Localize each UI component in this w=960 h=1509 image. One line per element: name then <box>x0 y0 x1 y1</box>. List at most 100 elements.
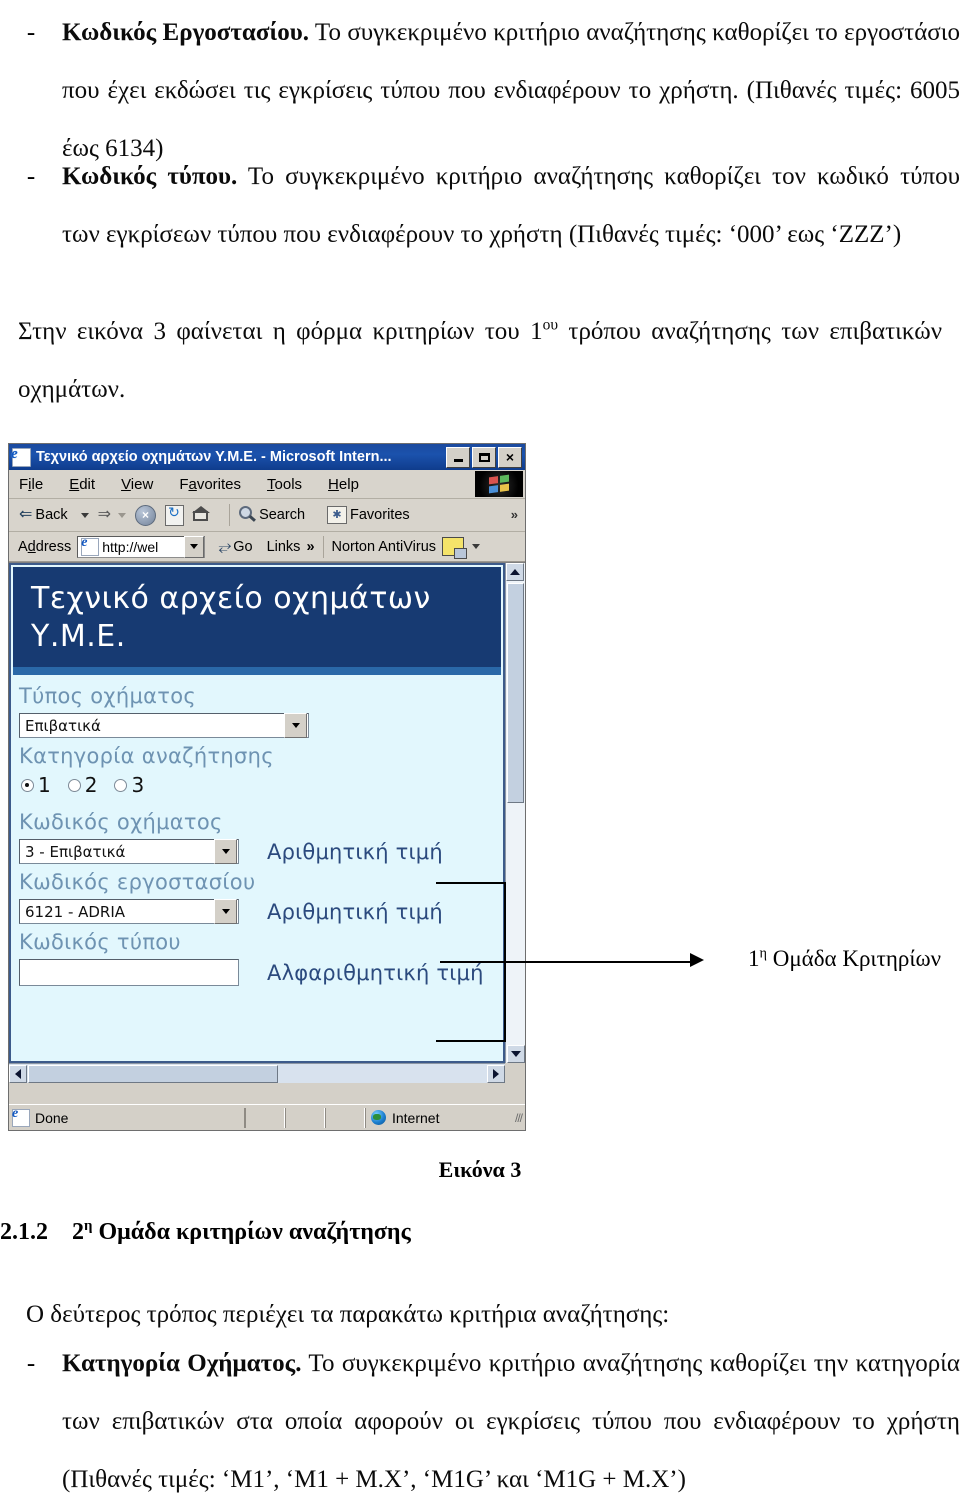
close-button[interactable]: × <box>498 446 522 468</box>
home-icon[interactable] <box>192 505 212 524</box>
menu-tools[interactable]: Tools <box>267 476 302 493</box>
bullet-term: Κατηγορία Οχήματος. <box>62 1350 302 1377</box>
back-dropdown-icon[interactable] <box>80 512 89 518</box>
horizontal-scrollbar[interactable] <box>9 1063 505 1083</box>
section-number: 2.1.2 <box>0 1219 48 1245</box>
bullet-text: Κατηγορία Οχήματος. Το συγκεκριμένο κριτ… <box>62 1335 960 1509</box>
browser-toolbar[interactable]: ⇐ Back ⇒ × Search ✱ Favorites » <box>9 499 525 532</box>
status-ie-icon <box>12 1106 30 1127</box>
stop-icon[interactable]: × <box>135 504 157 526</box>
document-page: - Κωδικός Εργοστασίου. Το συγκεκριμένο κ… <box>0 0 960 1501</box>
chevron-down-icon <box>221 909 230 914</box>
factory-code-dropdown-button[interactable] <box>214 899 237 924</box>
section-title-a: 2 <box>72 1219 84 1245</box>
search-category-radio-group[interactable]: 1 2 3 <box>21 773 503 797</box>
status-text-cell: Done <box>9 1106 245 1128</box>
refresh-icon[interactable] <box>165 504 185 526</box>
browser-statusbar: Done Internet /// <box>9 1104 525 1130</box>
field-label-factory-code: Κωδικός εργοστασίου <box>19 870 256 894</box>
status-pane-2 <box>284 1107 325 1128</box>
triangle-left-icon <box>15 1068 21 1079</box>
links-button[interactable]: Links » <box>267 539 315 555</box>
search-criteria-form[interactable]: Τύπος οχήματος Επιβατικά Κατηγορία αναζή… <box>11 675 503 989</box>
radio-option-2[interactable] <box>67 778 81 792</box>
menu-view[interactable]: View <box>121 476 153 493</box>
intro-text-a: Στην εικόνα 3 φαίνεται η φόρμα κριτηρίων… <box>18 318 543 345</box>
vehicle-type-dropdown-button[interactable] <box>284 713 307 738</box>
browser-menubar[interactable]: File Edit View Favorites Tools Help <box>9 470 525 499</box>
vertical-scrollbar[interactable] <box>505 563 525 1063</box>
address-dropdown-button[interactable] <box>184 535 205 558</box>
menu-file[interactable]: File <box>19 476 43 493</box>
field-row-type-code[interactable]: Αλφαριθμητική τιμή <box>19 957 503 989</box>
menu-edit[interactable]: Edit <box>69 476 95 493</box>
scrollbar-corner <box>505 1063 525 1083</box>
links-label: Links <box>266 538 301 555</box>
scroll-left-button[interactable] <box>9 1064 27 1083</box>
page-title-underbar <box>13 667 501 675</box>
back-button[interactable]: ⇐ Back <box>19 506 68 524</box>
field-label-vehicle-code: Κωδικός οχήματος <box>19 810 223 834</box>
browser-titlebar[interactable]: Τεχνικό αρχείο οχημάτων Υ.Μ.Ε. - Microso… <box>9 444 525 470</box>
minimize-button[interactable] <box>446 446 470 468</box>
favorites-button[interactable]: ✱ Favorites <box>327 506 410 524</box>
bullet-katigoria-ochimatos: - Κατηγορία Οχήματος. Το συγκεκριμένο κρ… <box>0 1335 960 1509</box>
field-label-type-code: Κωδικός τύπου <box>19 930 181 954</box>
address-value[interactable]: http://wel <box>102 539 184 555</box>
address-input[interactable]: http://wel <box>77 535 206 558</box>
radio-label-3: 3 <box>131 773 145 797</box>
window-controls[interactable]: × <box>446 446 523 468</box>
scroll-up-button[interactable] <box>506 563 524 581</box>
security-zone-cell: Internet <box>364 1107 515 1128</box>
annotation-label-a: 1 <box>748 946 760 971</box>
triangle-down-icon <box>511 1051 521 1057</box>
bullet-dash: - <box>26 163 36 190</box>
browser-viewport: Τεχνικό αρχείο οχημάτων Υ.Μ.Ε. Τύπος οχή… <box>9 562 525 1083</box>
scroll-right-button[interactable] <box>487 1064 505 1083</box>
annotation-bracket-bottom <box>436 1040 506 1042</box>
norton-dropdown-icon[interactable] <box>472 544 481 549</box>
minimize-icon <box>453 459 463 462</box>
radio-label-2: 2 <box>84 773 98 797</box>
scroll-down-button[interactable] <box>507 1045 525 1063</box>
type-code-input[interactable] <box>19 959 239 986</box>
section-heading: 2.1.2 2η Ομάδα κριτηρίων αναζήτησης <box>0 1219 960 1246</box>
menu-help[interactable]: Help <box>328 476 359 493</box>
menu-favorites[interactable]: Favorites <box>179 476 241 493</box>
factory-code-select[interactable]: 6121 - ADRIA <box>19 899 239 924</box>
norton-antivirus-button[interactable]: Norton AntiVirus <box>332 537 468 559</box>
factory-code-value: 6121 - ADRIA <box>25 902 126 921</box>
radio-option-3[interactable] <box>114 778 128 792</box>
field-row-factory-code[interactable]: 6121 - ADRIA Αριθμητική τιμή <box>19 897 503 927</box>
radio-option-1[interactable] <box>21 778 34 792</box>
vehicle-code-select[interactable]: 3 - Επιβατικά <box>19 839 239 864</box>
addressbar-separator <box>322 535 324 558</box>
forward-button[interactable]: ⇒ <box>98 507 111 523</box>
vertical-scroll-thumb[interactable] <box>507 583 524 803</box>
globe-icon <box>370 1110 386 1125</box>
field-label-search-category: Κατηγορία αναζήτησης <box>19 744 274 768</box>
field-row-vehicle-type[interactable]: Επιβατικά <box>19 711 503 741</box>
intro-ordinal-sup: ου <box>542 316 558 334</box>
field-label-vehicle-type: Τύπος οχήματος <box>19 684 196 708</box>
links-overflow-icon[interactable]: » <box>306 539 314 555</box>
go-button[interactable]: ⥂ Go <box>219 538 253 555</box>
search-button[interactable]: Search <box>239 506 305 524</box>
forward-dropdown-icon[interactable] <box>118 512 127 518</box>
favorites-label: Favorites <box>350 507 410 523</box>
horizontal-scroll-thumb[interactable] <box>28 1064 278 1083</box>
bullet-kodikos-typou: - Κωδικός τύπου. Το συγκεκριμένο κριτήρι… <box>0 148 960 264</box>
back-arrow-icon: ⇐ <box>19 506 33 523</box>
vehicle-code-dropdown-button[interactable] <box>214 839 237 864</box>
vehicle-code-hint: Αριθμητική τιμή <box>267 840 443 864</box>
vehicle-type-select[interactable]: Επιβατικά <box>19 713 309 738</box>
toolbar-overflow-icon[interactable]: » <box>511 507 518 522</box>
triangle-right-icon <box>493 1068 499 1079</box>
resize-grip-icon[interactable]: /// <box>515 1111 523 1125</box>
toolbar-separator <box>229 504 231 526</box>
browser-addressbar[interactable]: Address http://wel ⥂ Go Links » Norton A… <box>9 532 525 562</box>
browser-window[interactable]: Τεχνικό αρχείο οχημάτων Υ.Μ.Ε. - Microso… <box>8 443 526 1131</box>
field-row-vehicle-code[interactable]: 3 - Επιβατικά Αριθμητική τιμή <box>19 837 503 867</box>
maximize-button[interactable] <box>472 446 496 468</box>
chevron-down-icon <box>221 849 230 854</box>
